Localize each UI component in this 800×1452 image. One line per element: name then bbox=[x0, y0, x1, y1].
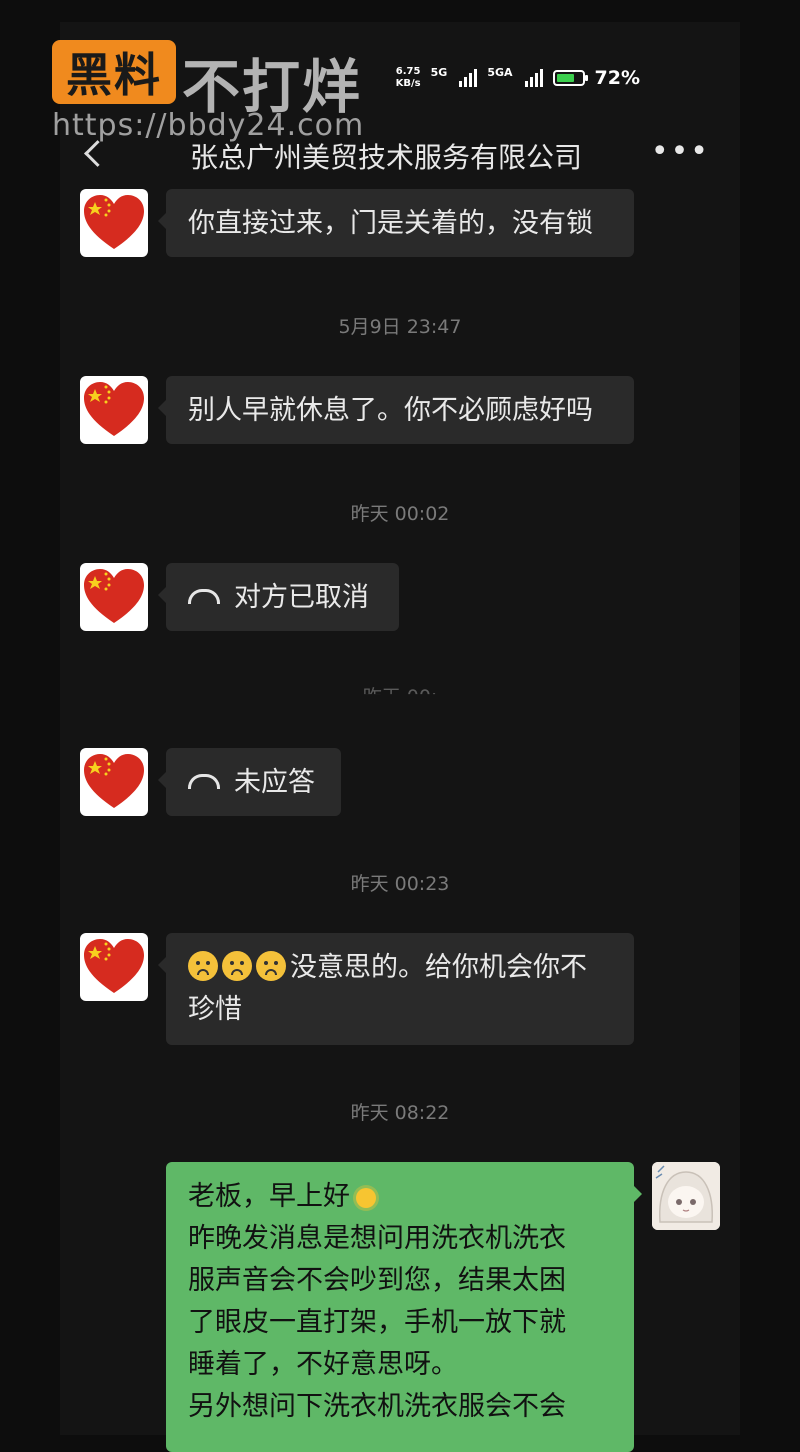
contact-avatar[interactable] bbox=[80, 933, 148, 1001]
message-bubble[interactable]: 没意思的。给你机会你不 珍惜 bbox=[158, 933, 634, 1045]
phone-hangup-icon bbox=[188, 589, 220, 604]
user-avatar[interactable] bbox=[652, 1162, 720, 1230]
message-timestamp: 昨天 00:02 bbox=[350, 503, 450, 525]
frowning-face-icon bbox=[256, 950, 286, 981]
heart-flag-icon bbox=[84, 939, 144, 993]
contact-avatar[interactable] bbox=[80, 376, 148, 444]
anime-girl-avatar-icon bbox=[652, 1162, 720, 1230]
signal-icon-2 bbox=[524, 69, 543, 87]
heart-flag-icon bbox=[84, 382, 144, 436]
heart-flag-icon bbox=[84, 195, 144, 249]
call-status-text: 对方已取消 bbox=[234, 582, 369, 613]
heart-flag-icon bbox=[84, 569, 144, 623]
watermark-logo: 黑料 bbox=[52, 40, 176, 104]
status-bar: 6.75 KB/s 5G 5GA 72% bbox=[396, 66, 640, 90]
frowning-face-icon bbox=[222, 950, 252, 981]
call-status-text: 未应答 bbox=[234, 767, 315, 798]
message-text-line: 了眼皮一直打架，手机一放下就 bbox=[188, 1307, 566, 1338]
message-bubble[interactable]: 别人早就休息了。你不必顾虑好吗 bbox=[158, 376, 634, 444]
chat-screen: 6.75 KB/s 5G 5GA 72% 张总广州美贸技术服务有限公司 ••• … bbox=[60, 22, 740, 1452]
call-record-bubble[interactable]: 未应答 bbox=[158, 748, 341, 816]
back-arrow-icon[interactable] bbox=[84, 140, 111, 167]
watermark-badge-text: 黑料 bbox=[66, 48, 162, 102]
network-speed: 6.75 KB/s bbox=[395, 66, 421, 89]
contact-avatar[interactable] bbox=[80, 563, 148, 631]
message-bubble[interactable]: 你直接过来，门是关着的，没有锁 bbox=[158, 189, 634, 257]
outgoing-message-bubble[interactable]: 老板，早上好 昨晚发消息是想问用洗衣机洗衣 服声音会不会吵到您，结果太困 了眼皮… bbox=[166, 1162, 642, 1452]
contact-avatar[interactable] bbox=[80, 189, 148, 257]
battery-icon bbox=[552, 70, 588, 86]
message-text-line: 没意思的。给你机会你不 bbox=[290, 952, 587, 983]
message-timestamp: 5月9日 23:47 bbox=[338, 316, 462, 338]
message-text-line: 昨晚发消息是想问用洗衣机洗衣 bbox=[188, 1223, 566, 1254]
contact-avatar[interactable] bbox=[80, 748, 148, 816]
more-options-icon[interactable]: ••• bbox=[651, 134, 710, 169]
signal-label-1: 5G bbox=[430, 66, 448, 79]
frowning-face-icon bbox=[188, 950, 218, 981]
phone-hangup-icon bbox=[188, 774, 220, 789]
battery-fill bbox=[556, 74, 574, 82]
message-text-line: 服声音会不会吵到您，结果太困 bbox=[188, 1265, 566, 1296]
message-timestamp: 昨天 08:22 bbox=[350, 1102, 450, 1124]
message-text-line: 睡着了，不好意思呀。 bbox=[188, 1349, 458, 1380]
signal-label-2: 5GA bbox=[487, 66, 513, 79]
signal-icon bbox=[459, 69, 478, 87]
message-text-line: 另外想问下洗衣机洗衣服会不会 bbox=[188, 1391, 566, 1422]
watermark-url: https://bbdy24.com bbox=[52, 108, 365, 143]
heart-flag-icon bbox=[84, 754, 144, 808]
message-text-line: 珍惜 bbox=[188, 994, 242, 1025]
sun-icon bbox=[356, 1187, 376, 1208]
battery-percent: 72% bbox=[594, 67, 640, 89]
call-record-bubble[interactable]: 对方已取消 bbox=[158, 563, 399, 631]
message-timestamp: 昨天 00:23 bbox=[350, 873, 450, 895]
message-text-line: 老板，早上好 bbox=[188, 1181, 350, 1212]
message-timestamp: 昨天 00: bbox=[362, 686, 438, 708]
